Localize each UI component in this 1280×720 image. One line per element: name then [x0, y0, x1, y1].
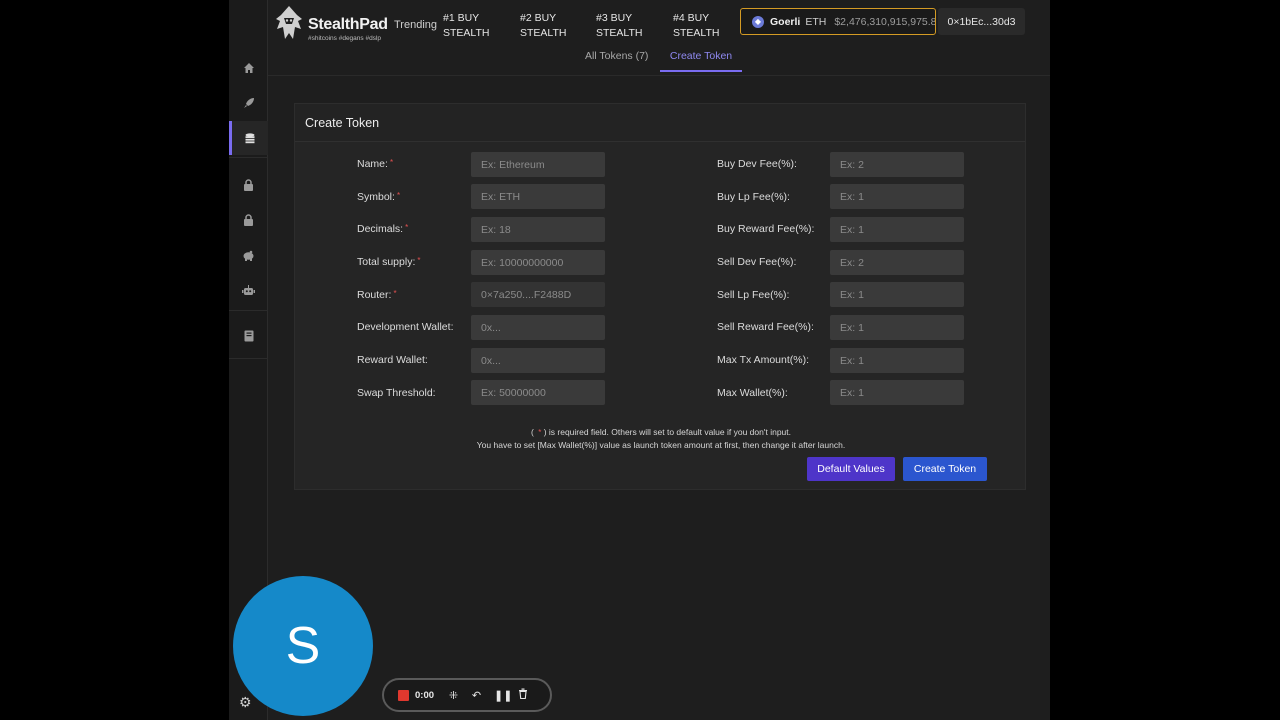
buy-reward-fee-field[interactable]	[830, 217, 964, 242]
reward-wallet-field[interactable]	[471, 348, 605, 373]
sell-lp-fee-field[interactable]	[830, 282, 964, 307]
total-supply-field[interactable]	[471, 250, 605, 275]
trending-rank: #2 BUY	[520, 12, 557, 24]
trending-rank: #1 BUY	[443, 12, 480, 24]
piggy-bank-icon	[243, 250, 254, 261]
required-field-note: ( * ) is required field. Others will set…	[531, 427, 791, 437]
swap-threshold-label: Swap Threshold:	[357, 387, 436, 399]
undo-icon[interactable]: ↶	[471, 689, 482, 702]
tab-all-tokens[interactable]: All Tokens (7)	[585, 50, 648, 72]
sidebar-item-lock[interactable]	[229, 168, 268, 202]
required-marker: *	[393, 289, 397, 298]
trash-icon[interactable]	[517, 688, 528, 702]
symbol-field[interactable]	[471, 184, 605, 209]
sidebar-item-docs[interactable]	[229, 319, 268, 353]
logo[interactable]: StealthPad #shitcoins #degans #dslp	[271, 5, 391, 42]
sidebar-item-home[interactable]	[229, 51, 268, 85]
trending-name: STEALTH	[520, 27, 567, 39]
max-wallet-note: You have to set [Max Wallet(%)] value as…	[476, 440, 846, 450]
max-tx-amount-field[interactable]	[830, 348, 964, 373]
trending-item[interactable]: #2 BUY STEALTH	[520, 11, 566, 41]
trending-item[interactable]: #3 BUY STEALTH	[596, 11, 642, 41]
development-wallet-label: Development Wallet:	[357, 321, 454, 333]
buy-dev-fee-field[interactable]	[830, 152, 964, 177]
reward-wallet-label: Reward Wallet:	[357, 354, 428, 366]
network-name: Goerli	[770, 15, 801, 28]
recording-timer: 0:00	[415, 689, 435, 701]
required-marker: *	[417, 256, 421, 265]
sell-dev-fee-label: Sell Dev Fee(%):	[717, 256, 797, 268]
stop-recording-button[interactable]	[398, 689, 409, 701]
network-balance: $2,476,310,915,975.82	[834, 15, 936, 28]
total-supply-label: Total supply: *	[357, 256, 421, 268]
trending-name: STEALTH	[673, 27, 720, 39]
ethereum-icon: ◆	[752, 15, 764, 28]
decimals-field[interactable]	[471, 217, 605, 242]
network-symbol: ETH	[805, 15, 827, 28]
buy-dev-fee-label: Buy Dev Fee(%):	[717, 158, 797, 170]
name-field[interactable]	[471, 152, 605, 177]
sell-lp-fee-label: Sell Lp Fee(%):	[717, 289, 790, 301]
network-selector[interactable]: ◆ Goerli ETH $2,476,310,915,975.82	[740, 8, 936, 35]
trending-label: Trending	[394, 19, 438, 31]
sidebar-item-bot[interactable]	[229, 273, 268, 307]
sidebar-item-tokens[interactable]	[229, 121, 268, 155]
gear-icon[interactable]: ⚙	[239, 694, 252, 711]
max-wallet-label: Max Wallet(%):	[717, 387, 788, 399]
router-label: Router: *	[357, 289, 397, 301]
tab-create-token[interactable]: Create Token	[660, 50, 742, 72]
book-icon	[244, 330, 253, 342]
stealth-mascot-icon	[276, 6, 302, 39]
create-token-button[interactable]: Create Token	[903, 457, 987, 481]
sell-reward-fee-field[interactable]	[830, 315, 964, 340]
lock-icon	[244, 214, 253, 226]
symbol-label: Symbol: *	[357, 191, 401, 203]
required-marker: *	[389, 158, 394, 167]
create-token-card: Create Token Name:* Symbol:* Decimals:* …	[294, 103, 1026, 490]
rocket-icon	[243, 98, 254, 108]
home-icon	[243, 63, 254, 73]
trending-rank: #3 BUY	[596, 12, 633, 24]
sell-dev-fee-field[interactable]	[830, 250, 964, 275]
sidebar-divider	[229, 310, 268, 311]
development-wallet-field[interactable]	[471, 315, 605, 340]
avatar: S	[233, 576, 373, 716]
buy-reward-fee-label: Buy Reward Fee(%):	[717, 223, 815, 235]
trending-item[interactable]: #1 BUY STEALTH	[443, 11, 489, 41]
top-header: StealthPad #shitcoins #degans #dslp Tren…	[268, 0, 1050, 76]
buy-lp-fee-label: Buy Lp Fee(%):	[717, 191, 790, 203]
robot-icon	[242, 284, 255, 295]
default-values-button[interactable]: Default Values	[807, 457, 895, 481]
decimals-label: Decimals: *	[357, 223, 409, 235]
pause-icon[interactable]: ❚❚	[494, 689, 512, 702]
sidebar-item-launch[interactable]	[229, 86, 268, 120]
required-marker: *	[396, 191, 401, 200]
logo-text: StealthPad	[308, 16, 388, 33]
lock-icon	[244, 179, 253, 191]
grid-icon[interactable]: ⁜	[448, 689, 459, 702]
name-label: Name: *	[357, 158, 394, 170]
sidebar-divider	[229, 157, 268, 158]
sidebar-divider	[229, 358, 268, 359]
trending-name: STEALTH	[443, 27, 490, 39]
recording-toolbar: 0:00 ⁜ ↶ ❚❚	[382, 678, 552, 712]
logo-tagline: #shitcoins #degans #dslp	[308, 35, 381, 42]
sidebar-item-liquidity-lock[interactable]	[229, 203, 268, 237]
wallet-address-button[interactable]: 0×1bEc...30d3	[938, 8, 1025, 35]
trending-rank: #4 BUY	[673, 12, 710, 24]
coins-icon	[245, 133, 255, 144]
router-field[interactable]	[471, 282, 605, 307]
sidebar-item-staking[interactable]	[229, 238, 268, 272]
card-title: Create Token	[295, 104, 1025, 142]
swap-threshold-field[interactable]	[471, 380, 605, 405]
buy-lp-fee-field[interactable]	[830, 184, 964, 209]
required-marker: *	[405, 223, 409, 232]
max-tx-amount-label: Max Tx Amount(%):	[717, 354, 809, 366]
max-wallet-field[interactable]	[830, 380, 964, 405]
sell-reward-fee-label: Sell Reward Fee(%):	[717, 321, 814, 333]
trending-item[interactable]: #4 BUY STEALTH	[673, 11, 719, 41]
trending-name: STEALTH	[596, 27, 643, 39]
